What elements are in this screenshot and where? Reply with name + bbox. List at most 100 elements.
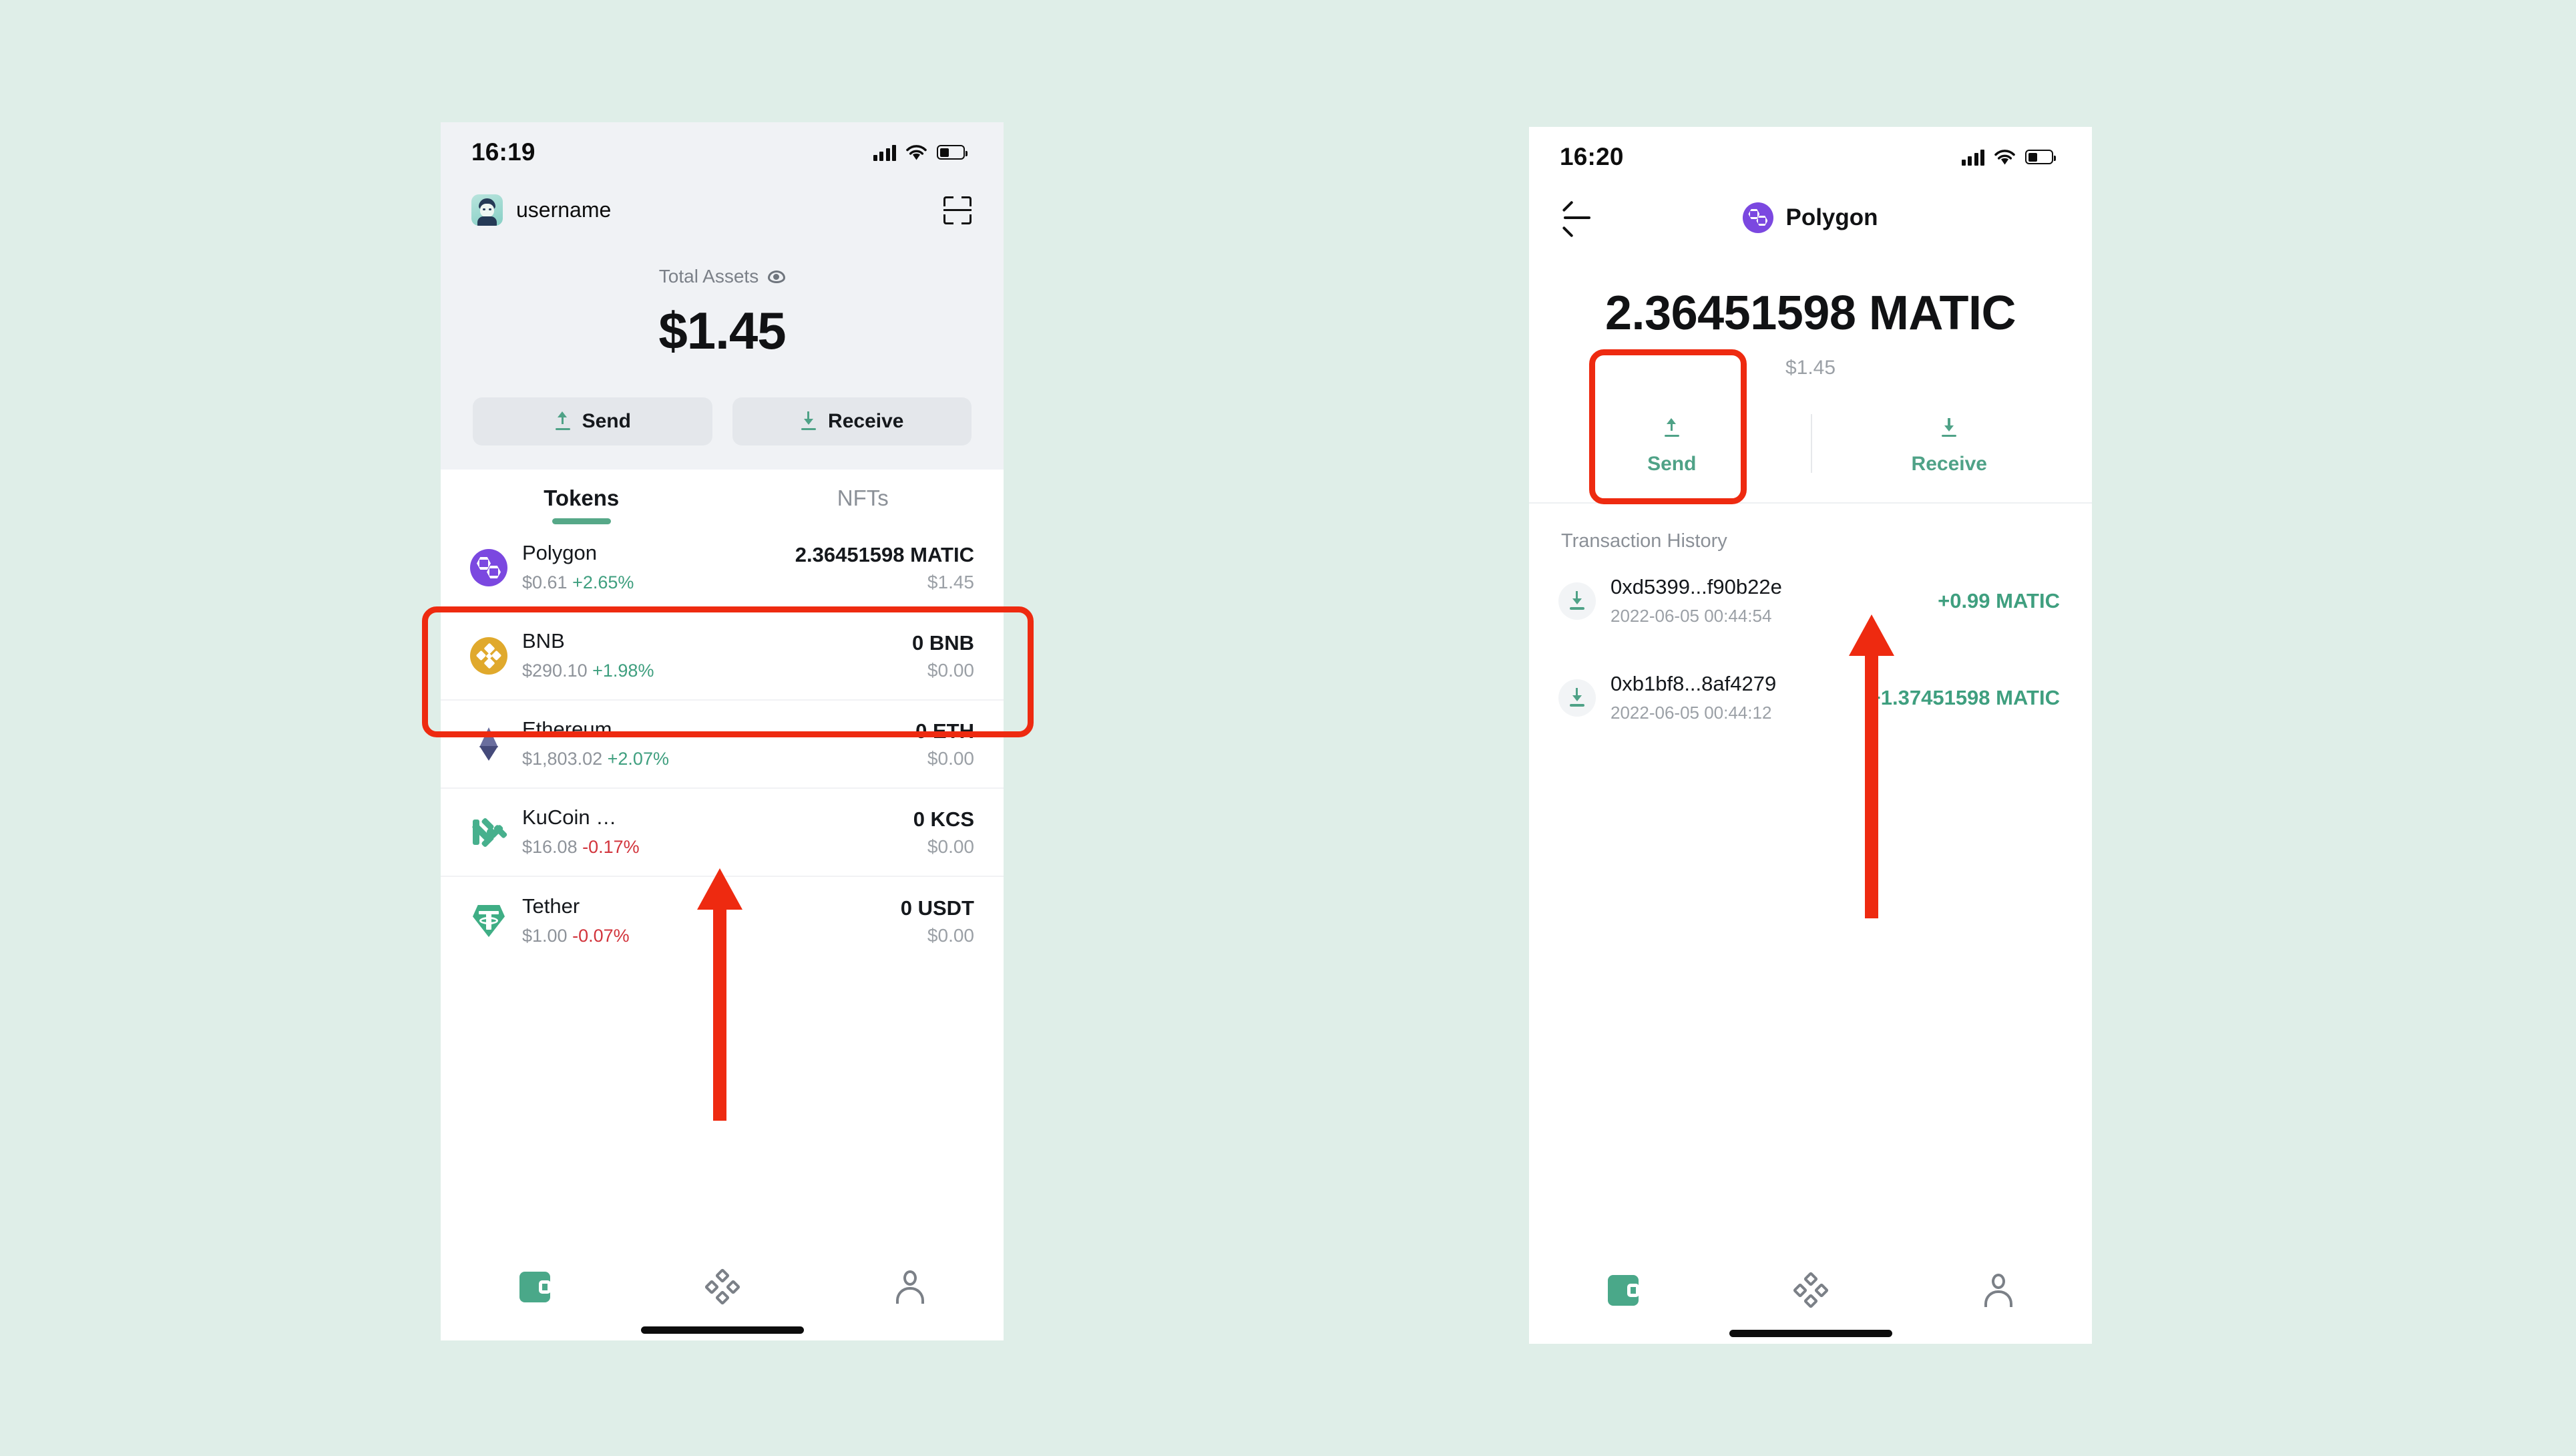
token-balance: 0 USDT xyxy=(900,896,974,920)
token-price: $1,803.02 xyxy=(522,749,603,769)
transaction-row[interactable]: 0xd5399...f90b22e 2022-06-05 00:44:54 +0… xyxy=(1529,552,2092,649)
token-balance: 0 ETH xyxy=(915,719,974,743)
transaction-amount: +1.37451598 MATIC xyxy=(1868,685,2060,709)
arrow-down-receive-icon xyxy=(1940,418,1958,438)
token-value: $0.00 xyxy=(927,925,974,946)
eye-icon[interactable] xyxy=(768,270,786,283)
detail-title: Polygon xyxy=(1785,204,1878,230)
back-arrow-icon[interactable] xyxy=(1561,200,1592,238)
wallet-action-row: Send Receive xyxy=(441,397,1004,445)
token-price-row: $1.00 -0.07% xyxy=(522,924,630,948)
token-name: Polygon xyxy=(522,541,598,565)
token-value: $0.00 xyxy=(927,836,974,858)
wallet-header-panel: 16:19 username Total Assets $1.45 Send R… xyxy=(441,122,1004,470)
scan-qr-icon[interactable] xyxy=(943,196,972,224)
polygon-coin-icon xyxy=(470,549,507,586)
arrow-down-receive-icon xyxy=(1568,590,1586,611)
home-indicator xyxy=(1729,1330,1892,1337)
token-value: $1.45 xyxy=(927,572,974,593)
receive-button-label: Receive xyxy=(828,410,904,432)
arrow-up-send-icon xyxy=(554,411,572,431)
send-button-detail[interactable]: Send xyxy=(1533,402,1811,481)
wallet-icon xyxy=(1607,1275,1639,1306)
token-name: Tether xyxy=(522,894,580,918)
status-time: 16:20 xyxy=(1560,143,1624,170)
transaction-direction-badge xyxy=(1558,582,1596,620)
token-balance-large: 2.36451598 MATIC xyxy=(1604,287,2016,340)
nav-item-profile[interactable] xyxy=(816,1265,1004,1309)
bottom-navigation xyxy=(1529,1246,2092,1344)
token-balance: 0 BNB xyxy=(911,630,974,655)
tab-nfts[interactable]: NFTs xyxy=(722,486,1004,524)
wifi-icon xyxy=(1994,149,2015,164)
token-change: -0.07% xyxy=(572,926,630,946)
apps-grid-icon xyxy=(1792,1271,1829,1309)
wallet-tabs: Tokens NFTs xyxy=(441,470,1004,524)
token-row-kucoin[interactable]: KuCoin … $16.08 -0.17% 0 KCS $0.00 xyxy=(441,789,1004,877)
ethereum-coin-icon xyxy=(470,725,507,763)
kucoin-coin-icon xyxy=(470,813,508,851)
status-icons xyxy=(873,144,968,161)
token-price: $0.61 xyxy=(522,572,568,593)
transaction-hash: 0xb1bf8...8af4279 xyxy=(1611,672,1777,695)
polygon-coin-icon xyxy=(1743,202,1774,233)
token-price: $290.10 xyxy=(522,661,588,681)
total-assets-amount: $1.45 xyxy=(658,301,786,360)
username-label: username xyxy=(516,198,612,222)
cellular-signal-icon xyxy=(1961,149,1984,166)
token-value: $0.00 xyxy=(927,748,974,769)
user-avatar-icon[interactable] xyxy=(471,194,503,226)
status-bar: 16:20 xyxy=(1529,127,2092,187)
token-detail-screen: 16:20 Polygon 2.36451598 MATIC $1.45 Sen… xyxy=(1529,127,2092,1344)
transaction-row[interactable]: 0xb1bf8...8af4279 2022-06-05 00:44:12 +1… xyxy=(1529,649,2092,746)
bottom-navigation xyxy=(441,1242,1004,1340)
token-change: +2.07% xyxy=(607,749,669,769)
token-fiat-value: $1.45 xyxy=(1785,357,1836,379)
apps-grid-icon xyxy=(704,1268,740,1306)
transaction-direction-badge xyxy=(1558,679,1596,717)
token-price: $16.08 xyxy=(522,837,578,858)
token-price-row: $1,803.02 +2.07% xyxy=(522,747,669,771)
token-row-ethereum[interactable]: Ethereum $1,803.02 +2.07% 0 ETH $0.00 xyxy=(441,701,1004,789)
nav-item-profile[interactable] xyxy=(1904,1268,2092,1312)
token-name: BNB xyxy=(522,629,565,653)
wallet-icon xyxy=(519,1272,551,1302)
battery-icon xyxy=(937,145,968,160)
wallet-home-screen: 16:19 username Total Assets $1.45 Send R… xyxy=(441,122,1004,1340)
nav-item-apps[interactable] xyxy=(1717,1268,1904,1312)
total-assets-label: Total Assets xyxy=(658,266,759,287)
bnb-coin-icon xyxy=(470,637,507,675)
wifi-icon xyxy=(906,144,927,160)
token-row-polygon[interactable]: Polygon $0.61 +2.65% 2.36451598 MATIC $1… xyxy=(441,524,1004,612)
token-change: +2.65% xyxy=(572,572,634,593)
arrow-up-send-icon xyxy=(1663,418,1681,438)
token-name: KuCoin … xyxy=(522,805,617,830)
total-assets-label-row: Total Assets xyxy=(441,266,1004,287)
nav-item-apps[interactable] xyxy=(628,1265,816,1309)
send-button-label: Send xyxy=(1647,453,1697,475)
token-balance: 2.36451598 MATIC xyxy=(795,542,974,566)
token-price-row: $290.10 +1.98% xyxy=(522,659,654,683)
token-row-bnb[interactable]: BNB $290.10 +1.98% 0 BNB $0.00 xyxy=(441,612,1004,701)
detail-header: Polygon xyxy=(1529,187,2092,248)
tab-tokens[interactable]: Tokens xyxy=(441,486,722,524)
status-time: 16:19 xyxy=(471,138,535,166)
nav-item-wallet[interactable] xyxy=(441,1265,628,1309)
person-profile-icon xyxy=(894,1270,926,1304)
token-balance: 0 KCS xyxy=(913,807,974,831)
cellular-signal-icon xyxy=(873,144,896,161)
arrow-down-receive-icon xyxy=(1568,687,1586,708)
send-button[interactable]: Send xyxy=(473,397,712,445)
nav-item-wallet[interactable] xyxy=(1529,1268,1717,1312)
battery-icon xyxy=(2025,150,2056,164)
token-change: +1.98% xyxy=(592,661,654,681)
arrow-down-receive-icon xyxy=(800,411,817,431)
user-row: username xyxy=(441,182,1004,226)
send-button-label: Send xyxy=(582,410,631,432)
token-price-row: $16.08 -0.17% xyxy=(522,835,640,859)
token-row-tether[interactable]: Tether $1.00 -0.07% 0 USDT $0.00 xyxy=(441,877,1004,965)
transaction-history-title: Transaction History xyxy=(1561,530,1727,552)
status-icons xyxy=(1961,149,2056,166)
receive-button[interactable]: Receive xyxy=(732,397,972,445)
receive-button-detail[interactable]: Receive xyxy=(1810,402,2089,481)
